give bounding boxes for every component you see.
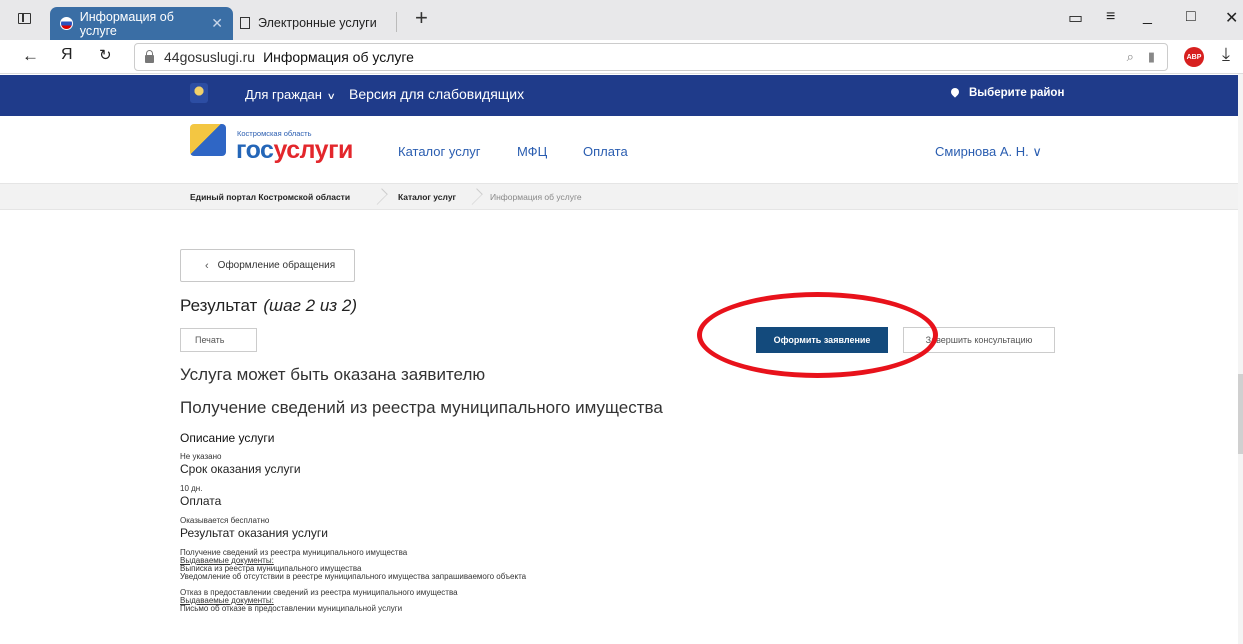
page-title: Результат (шаг 2 из 2) xyxy=(180,296,358,315)
payment-heading: Оплата xyxy=(180,494,222,508)
result-heading: Результат оказания услуги xyxy=(180,526,328,540)
service-name: Получение сведений из реестра муниципаль… xyxy=(180,398,663,417)
url-input[interactable]: 44gosuslugi.ru Информация об услуге ⌕ ▮ xyxy=(134,43,1168,71)
user-menu[interactable]: Смирнова А. Н. ∨ xyxy=(935,144,1042,160)
district-label: Выберите район xyxy=(969,87,1065,99)
maximize-icon[interactable]: □ xyxy=(1186,8,1196,26)
citizens-label: Для граждан xyxy=(245,87,322,102)
scrollbar-thumb[interactable] xyxy=(1238,374,1243,454)
submit-application-button[interactable]: Оформить заявление xyxy=(756,327,888,353)
term-value: 10 дн. xyxy=(180,484,203,493)
browser-tab-bar: Информация об услуге ✕ Электронные услуг… xyxy=(0,0,1243,40)
adblock-icon[interactable]: ABP xyxy=(1184,47,1204,67)
region-emblem-icon xyxy=(190,83,208,103)
eligibility-result: Услуга может быть оказана заявителю xyxy=(180,365,486,384)
finish-consultation-button[interactable]: Завершить консультацию xyxy=(903,327,1055,353)
district-selector[interactable]: Выберите район xyxy=(949,86,1065,99)
download-icon[interactable]: ⤓ xyxy=(1222,44,1230,65)
bookmark-icon[interactable]: ▮ xyxy=(1148,49,1155,65)
description-heading: Описание услуги xyxy=(180,431,275,445)
description-value: Не указано xyxy=(180,452,222,461)
url-domain: 44gosuslugi.ru xyxy=(164,49,256,65)
breadcrumb-portal[interactable]: Единый портал Костромской области xyxy=(190,192,350,202)
tab-label: Электронные услуги xyxy=(258,16,377,30)
result-2-doc-1: Письмо об отказе в предоставлении муници… xyxy=(180,604,403,613)
citizens-menu[interactable]: Для граждан ∨ xyxy=(245,87,336,102)
back-button-label: Оформление обращения xyxy=(217,260,336,271)
result-1-doc-2: Уведомление об отсутствии в реестре муни… xyxy=(180,572,527,581)
chevron-down-icon: ∨ xyxy=(1032,144,1042,159)
breadcrumb-separator xyxy=(472,184,486,210)
nav-payment[interactable]: Оплата xyxy=(583,144,628,159)
site-logo[interactable]: госуслуги xyxy=(236,136,353,165)
site-header: Костромская область госуслуги Каталог ус… xyxy=(0,116,1243,184)
new-tab-icon[interactable]: + xyxy=(415,5,428,31)
nav-catalog[interactable]: Каталог услуг xyxy=(398,144,481,159)
payment-value: Оказывается бесплатно xyxy=(180,516,270,525)
breadcrumb-catalog[interactable]: Каталог услуг xyxy=(398,192,456,202)
address-bar: ← Я ↻ 44gosuslugi.ru Информация об услуг… xyxy=(0,40,1243,74)
back-arrow-icon[interactable]: ← xyxy=(22,46,39,66)
reload-icon[interactable]: ↻ xyxy=(99,46,112,64)
site-topbar: Для граждан ∨ Версия для слабовидящих Выб… xyxy=(0,75,1243,116)
bookmark-tabs-icon[interactable]: ▭ xyxy=(1068,8,1083,28)
tab-electronic-services[interactable]: Электронные услуги xyxy=(236,8,396,38)
chevron-down-icon: ∨ xyxy=(326,91,336,101)
close-icon[interactable]: ✕ xyxy=(211,15,223,32)
nav-mfc[interactable]: МФЦ xyxy=(517,144,547,159)
url-page-title: Информация об услуге xyxy=(263,49,414,65)
scrollbar[interactable] xyxy=(1238,74,1243,644)
lock-icon xyxy=(145,50,154,63)
back-to-application-button[interactable]: ‹ Оформление обращения xyxy=(180,249,355,282)
tab-service-info[interactable]: Информация об услуге ✕ xyxy=(50,7,233,40)
search-icon[interactable]: ⌕ xyxy=(1127,49,1134,65)
minimize-icon[interactable]: _ xyxy=(1143,8,1152,26)
tab-label: Информация об услуге xyxy=(79,9,174,38)
chevron-left-icon: ‹ xyxy=(205,259,209,272)
breadcrumb-current: Информация об услуге xyxy=(490,192,582,202)
logo-emblem-icon[interactable] xyxy=(190,124,226,156)
tab-divider xyxy=(396,12,397,32)
accessibility-version-link[interactable]: Версия для слабовидящих xyxy=(349,86,524,102)
breadcrumb: Единый портал Костромской области Катало… xyxy=(0,184,1243,210)
window-close-icon[interactable]: ✕ xyxy=(1225,8,1238,28)
document-icon xyxy=(240,17,250,29)
step-indicator: (шаг 2 из 2) xyxy=(263,296,358,315)
user-name: Смирнова А. Н. xyxy=(935,144,1029,159)
print-button[interactable]: Печать xyxy=(180,328,257,352)
gosuslugi-favicon-icon xyxy=(60,17,73,30)
menu-icon[interactable]: ≡ xyxy=(1106,8,1115,26)
term-heading: Срок оказания услуги xyxy=(180,462,301,476)
sidebar-toggle-icon[interactable] xyxy=(18,13,31,24)
breadcrumb-separator xyxy=(377,184,391,210)
location-pin-icon xyxy=(949,86,961,98)
yandex-icon[interactable]: Я xyxy=(61,46,73,64)
